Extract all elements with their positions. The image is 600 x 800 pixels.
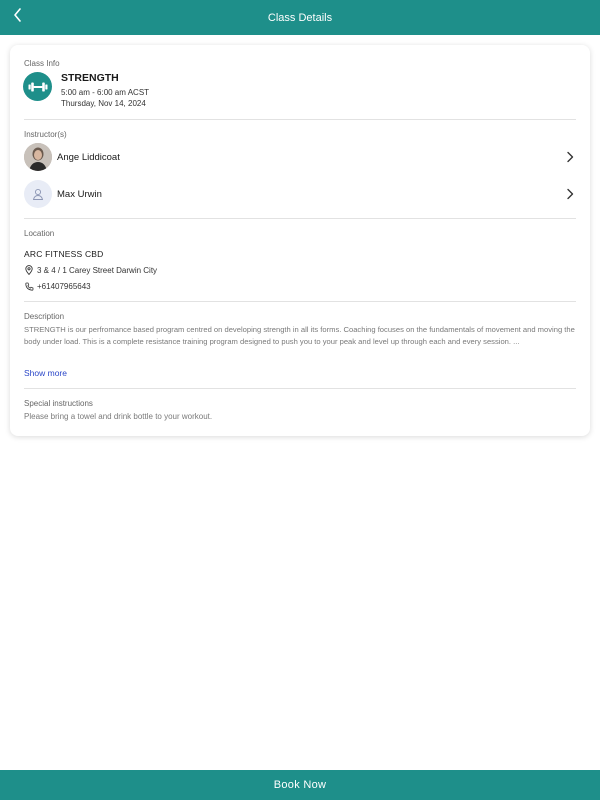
class-date: Thursday, Nov 14, 2024 bbox=[61, 99, 146, 108]
divider bbox=[24, 388, 576, 389]
book-now-button[interactable]: Book Now bbox=[0, 770, 600, 800]
divider bbox=[24, 218, 576, 219]
chevron-left-icon bbox=[12, 7, 24, 27]
dumbbell-icon bbox=[23, 72, 52, 101]
location-address: 3 & 4 / 1 Carey Street Darwin City bbox=[24, 265, 157, 275]
instructor-name: Max Urwin bbox=[57, 188, 102, 200]
phone-icon bbox=[24, 281, 34, 291]
map-pin-icon bbox=[24, 265, 34, 275]
instructor-row[interactable]: Max Urwin bbox=[24, 180, 576, 208]
avatar bbox=[24, 143, 52, 171]
class-info-label: Class Info bbox=[24, 59, 60, 68]
person-placeholder-icon bbox=[24, 180, 52, 208]
phone-text: +61407965643 bbox=[37, 281, 91, 291]
chevron-right-icon bbox=[564, 151, 576, 163]
special-instructions-text: Please bring a towel and drink bottle to… bbox=[24, 412, 213, 421]
divider bbox=[24, 301, 576, 302]
book-now-label: Book Now bbox=[273, 779, 327, 791]
instructor-row[interactable]: Ange Liddicoat bbox=[24, 143, 576, 171]
address-text: 3 & 4 / 1 Carey Street Darwin City bbox=[37, 265, 158, 275]
back-button[interactable] bbox=[6, 5, 30, 29]
description-text: STRENGTH is our perfromance based progra… bbox=[24, 325, 575, 346]
class-details-card: Class Info STRENGTH 5:00 am - 6:00 am AC… bbox=[10, 45, 590, 436]
class-time: 5:00 am - 6:00 am ACST bbox=[61, 88, 150, 97]
divider bbox=[24, 119, 576, 120]
instructors-label: Instructor(s) bbox=[24, 130, 67, 139]
top-bar: Class Details bbox=[0, 0, 600, 35]
chevron-right-icon bbox=[564, 188, 576, 200]
class-name: STRENGTH bbox=[61, 72, 119, 84]
page-title: Class Details bbox=[267, 11, 333, 24]
instructor-name: Ange Liddicoat bbox=[57, 151, 120, 163]
location-phone[interactable]: +61407965643 bbox=[24, 281, 91, 291]
description-label: Description bbox=[24, 312, 65, 321]
show-more-link[interactable]: Show more bbox=[24, 368, 67, 378]
special-instructions-label: Special instructions bbox=[24, 399, 93, 408]
location-label: Location bbox=[24, 229, 55, 238]
location-name: ARC FITNESS CBD bbox=[24, 249, 104, 259]
